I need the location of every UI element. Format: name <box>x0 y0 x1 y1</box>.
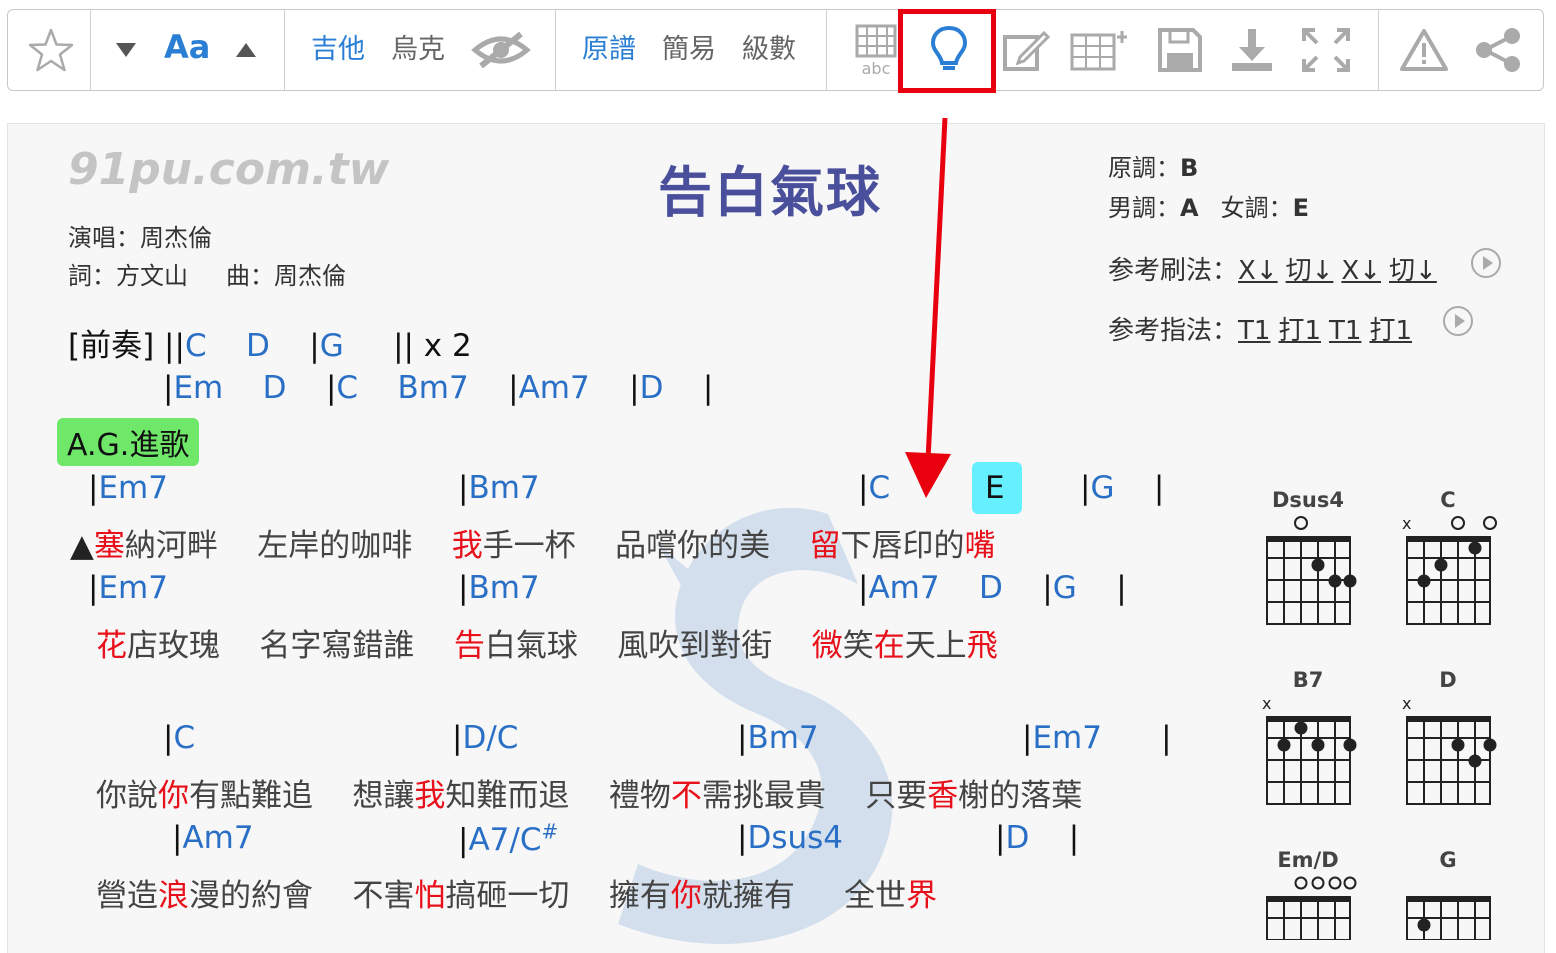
chord-diagram-d: x <box>1402 694 1497 805</box>
save-floppy-icon[interactable] <box>1152 10 1208 90</box>
chord-line-4b: |A7/C# <box>458 820 559 859</box>
chord-diagram-emd <box>1265 876 1357 940</box>
chord-diagram-name-c: C <box>1440 488 1456 512</box>
strum-play-button[interactable] <box>1471 248 1501 278</box>
lyric-line-3: 你說你有點難追 想讓我知難而退 禮物不需挑最貴 只要香榭的落葉 <box>96 778 1083 814</box>
chord-line-2b: |Bm7 <box>458 570 540 606</box>
toolbar: Aa 吉他 烏克 原譜 簡易 級數 abc <box>7 9 1544 91</box>
lyric-line-2: 花店玫瑰 名字寫錯誰 告白氣球 風吹到對街 微笑在天上飛 <box>96 628 998 664</box>
chord-line-1c: |C <box>858 470 891 506</box>
chord-diagrams: x x x <box>1262 514 1497 940</box>
instrument-guitar-tab[interactable]: 吉他 <box>311 30 365 70</box>
chord-line-3b: |D/C <box>452 720 519 756</box>
fullscreen-icon[interactable] <box>1298 10 1354 90</box>
chord-line-2a: |Em7 <box>88 570 168 606</box>
chord-line-1e: |G | <box>1080 470 1165 506</box>
chord-line-3d: |Em7 | <box>1022 720 1172 756</box>
download-icon[interactable] <box>1224 10 1280 90</box>
instrument-ukulele-tab[interactable]: 烏克 <box>391 30 445 70</box>
warning-icon[interactable] <box>1396 10 1452 90</box>
font-increase-icon[interactable] <box>228 10 264 90</box>
strum-pattern: 参考刷法：X↓ 切↓ X↓ 切↓ <box>1108 256 1437 286</box>
chord-diagram-c: x <box>1402 514 1497 625</box>
lyric-line-4: 營造浪漫的約會 不害怕搞砸一切 擁有你就擁有 全世界 <box>96 878 938 914</box>
hide-chords-eye-icon[interactable] <box>468 10 534 90</box>
chord-diagram-g <box>1405 895 1492 940</box>
chord-diagram-dsus4 <box>1265 516 1357 625</box>
table-add-icon[interactable] <box>1066 10 1130 90</box>
chord-line-4a: |Am7 <box>172 820 254 856</box>
male-female-key: 男調：A 女調：E <box>1108 194 1309 222</box>
edit-pencil-icon[interactable] <box>996 10 1056 90</box>
favorite-star-icon[interactable] <box>16 10 86 90</box>
mode-simple-tab[interactable]: 簡易 <box>662 30 716 70</box>
intro-line: [前奏] ||C D |G || x 2 <box>68 328 472 364</box>
chord-line-4c: |Dsus4 <box>737 820 843 856</box>
chord-diagram-b7: x <box>1262 694 1357 805</box>
original-key: 原調：B <box>1108 154 1199 182</box>
font-size-label: Aa <box>164 28 211 66</box>
abc-label: abc <box>862 59 891 76</box>
chord-line-4d: |D | <box>995 820 1080 856</box>
mode-original-tab[interactable]: 原譜 <box>582 30 636 70</box>
section-tag: A.G.進歌 <box>57 418 200 466</box>
singer: 演唱：周杰倫 <box>68 224 212 252</box>
intro-line-2: |Em D |C Bm7 |Am7 |D | <box>163 370 714 406</box>
mode-numbered-tab[interactable]: 級數 <box>742 30 796 70</box>
svg-text:x: x <box>1402 694 1411 713</box>
share-icon[interactable] <box>1468 10 1528 90</box>
song-title: 告白氣球 <box>658 161 882 224</box>
pick-play-button[interactable] <box>1443 306 1473 336</box>
chord-line-1d: E <box>985 470 1005 506</box>
highlight-box <box>898 9 996 93</box>
chord-diagram-name-dsus4: Dsus4 <box>1272 488 1344 512</box>
chord-grid-abc-icon[interactable]: abc <box>848 10 904 90</box>
svg-text:x: x <box>1402 514 1411 533</box>
lyric-line-1: ▲塞納河畔 左岸的咖啡 我手一杯 品嚐你的美 留下唇印的嘴 <box>70 528 996 564</box>
site-logo: 91pu.com.tw <box>68 144 390 195</box>
composer: 曲：周杰倫 <box>226 262 346 290</box>
chord-line-1b: |Bm7 <box>458 470 540 506</box>
svg-text:x: x <box>1262 694 1271 713</box>
chord-line-3a: |C <box>163 720 196 756</box>
pick-pattern: 参考指法：T1 打1 T1 打1 <box>1108 316 1412 346</box>
chord-line-2c: |Am7 D |G | <box>858 570 1127 606</box>
chord-line-1a: |Em7 <box>88 470 168 506</box>
lyricist: 詞：方文山 <box>68 262 188 290</box>
chord-line-3c: |Bm7 <box>737 720 819 756</box>
font-decrease-icon[interactable] <box>108 10 144 90</box>
